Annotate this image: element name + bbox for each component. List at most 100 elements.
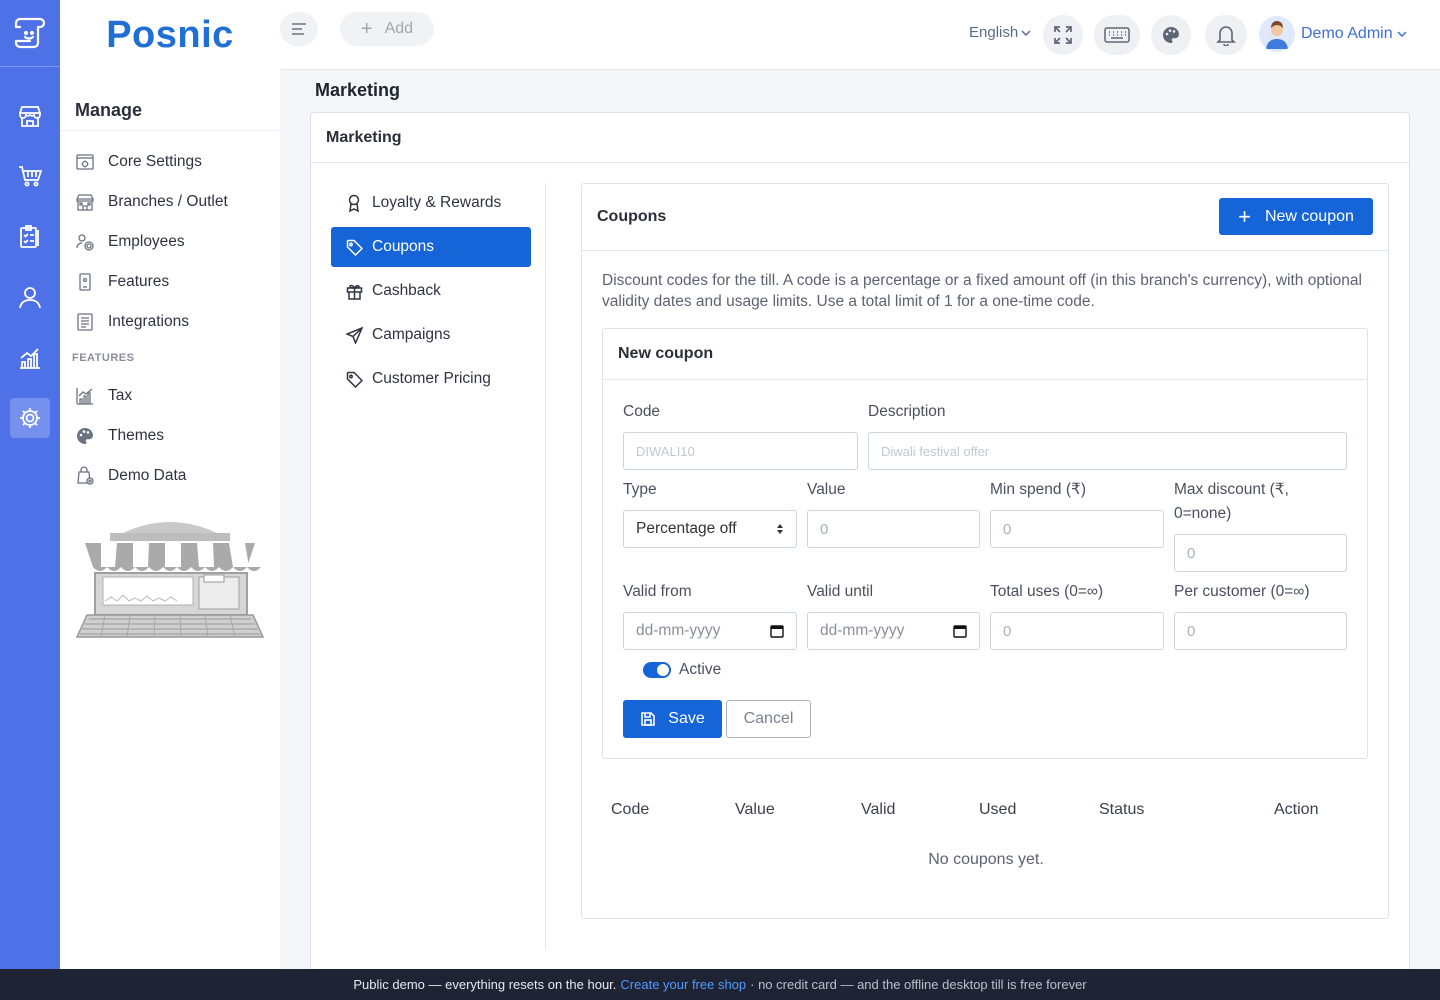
tab-label: Customer Pricing [372, 370, 491, 387]
page-title: Marketing [315, 80, 401, 100]
max-discount-label: Max discount (₹, 0=none) [1174, 478, 1289, 526]
tab-label: Campaigns [372, 326, 451, 343]
tab-customer-pricing[interactable]: Customer Pricing [331, 359, 531, 399]
clipboard-icon[interactable] [10, 217, 50, 257]
tag-icon [346, 239, 364, 256]
type-select[interactable]: Percentage off [623, 510, 797, 548]
settings-gear-icon[interactable] [10, 398, 50, 438]
min-spend-label: Min spend (₹) [990, 481, 1087, 498]
column-header-valid: Valid [861, 801, 896, 818]
empty-state: No coupons yet. [928, 851, 1044, 868]
marketing-tabs: Loyalty & Rewards Coupons Cashback Campa… [331, 183, 546, 949]
sidebar-item-branches[interactable]: Branches / Outlet [75, 187, 228, 217]
sidebar-item-core-settings[interactable]: Core Settings [75, 147, 202, 177]
sidebar-item-label: Features [108, 273, 170, 290]
language-label: English [969, 24, 1019, 41]
sidebar-item-label: Tax [108, 387, 133, 404]
coupons-panel: Coupons + New coupon Discount codes for … [581, 183, 1389, 919]
fullscreen-button[interactable] [1043, 15, 1083, 55]
app-logo-icon[interactable] [10, 12, 50, 52]
active-toggle[interactable] [643, 662, 671, 678]
per-customer-label: Per customer (0=∞) [1174, 583, 1310, 600]
per-customer-input[interactable] [1174, 612, 1347, 650]
language-selector[interactable]: English [969, 24, 1031, 41]
store-icon[interactable] [10, 96, 50, 136]
sidebar-item-label: Themes [108, 427, 164, 444]
add-button[interactable]: + Add [340, 12, 434, 46]
sidebar-item-label: Demo Data [108, 467, 187, 484]
theme-button[interactable] [1151, 15, 1191, 55]
tab-cashback[interactable]: Cashback [331, 271, 531, 311]
sidebar: Posnic Manage Core Settings Branches / O… [60, 0, 280, 969]
bag-gear-icon [75, 466, 95, 486]
description-input[interactable] [868, 432, 1347, 470]
sidebar-item-demo-data[interactable]: Demo Data [75, 461, 186, 491]
max-discount-input[interactable] [1174, 534, 1347, 572]
sidebar-item-label: Employees [108, 233, 185, 250]
type-label: Type [623, 481, 657, 498]
value-input[interactable] [807, 510, 980, 548]
plus-icon: + [1238, 203, 1251, 229]
rail-divider [0, 66, 60, 67]
avatar [1259, 16, 1295, 52]
demo-footer: Public demo — everything resets on the h… [0, 969, 1440, 1000]
tab-coupons[interactable]: Coupons [331, 227, 531, 267]
sidebar-section-features: FEATURES [72, 352, 135, 364]
tab-label: Cashback [372, 282, 441, 299]
top-bar: + Add English Demo Admin [280, 0, 1440, 70]
valid-from-label: Valid from [623, 583, 692, 600]
sidebar-item-tax[interactable]: Tax [75, 381, 132, 411]
coupons-header: Coupons + New coupon [582, 184, 1388, 251]
create-shop-link[interactable]: Create your free shop [620, 977, 746, 992]
add-button-label: Add [384, 20, 414, 37]
new-coupon-button[interactable]: + New coupon [1219, 198, 1373, 235]
coupons-description: Discount codes for the till. A code is a… [602, 272, 1362, 310]
total-uses-input[interactable] [990, 612, 1164, 650]
tab-loyalty-rewards[interactable]: Loyalty & Rewards [331, 183, 531, 223]
valid-from-input[interactable]: dd-mm-yyyy [623, 612, 797, 650]
type-select-value: Percentage off [636, 520, 737, 537]
calendar-icon[interactable] [953, 624, 967, 638]
valid-until-label: Valid until [807, 583, 874, 600]
chart-tax-icon [75, 386, 95, 406]
cart-icon[interactable] [10, 156, 50, 196]
marketing-card: Marketing Loyalty & Rewards Coupons Cash… [310, 112, 1410, 972]
calendar-icon[interactable] [770, 624, 784, 638]
sidebar-item-integrations[interactable]: Integrations [75, 307, 189, 337]
chart-icon[interactable] [10, 338, 50, 378]
user-menu[interactable]: Demo Admin [1259, 16, 1407, 52]
plus-icon: + [360, 18, 373, 40]
save-button[interactable]: Save [623, 700, 722, 738]
icon-rail [0, 0, 60, 969]
sidebar-heading: Manage [75, 100, 143, 120]
brand-logo[interactable]: Posnic [60, 14, 280, 57]
notifications-button[interactable] [1205, 15, 1247, 55]
sidebar-item-themes[interactable]: Themes [75, 421, 164, 451]
tab-label: Coupons [372, 238, 435, 255]
card-title: Marketing [311, 113, 1409, 163]
min-spend-input[interactable] [990, 510, 1164, 548]
column-header-used: Used [979, 801, 1017, 818]
code-input[interactable] [623, 432, 858, 470]
total-uses-label: Total uses (0=∞) [990, 583, 1104, 600]
valid-until-input[interactable]: dd-mm-yyyy [807, 612, 980, 650]
award-icon [346, 194, 364, 212]
sidebar-item-label: Core Settings [108, 153, 202, 170]
sidebar-item-employees[interactable]: Employees [75, 227, 185, 257]
floppy-disk-icon [641, 712, 656, 726]
tag-icon [346, 371, 364, 388]
form-title: New coupon [603, 329, 1367, 380]
tab-campaigns[interactable]: Campaigns [331, 315, 531, 355]
align-left-icon [292, 23, 306, 35]
save-button-label: Save [668, 710, 705, 727]
keyboard-button[interactable] [1094, 15, 1140, 55]
sidebar-item-features[interactable]: Features [75, 267, 169, 297]
employees-gear-icon [75, 232, 95, 252]
column-header-value: Value [735, 801, 775, 818]
menu-toggle-button[interactable] [280, 12, 318, 46]
cancel-button[interactable]: Cancel [726, 700, 811, 738]
user-icon[interactable] [10, 277, 50, 317]
store-icon [75, 192, 95, 212]
bell-icon [1216, 26, 1236, 46]
code-label: Code [623, 403, 661, 420]
